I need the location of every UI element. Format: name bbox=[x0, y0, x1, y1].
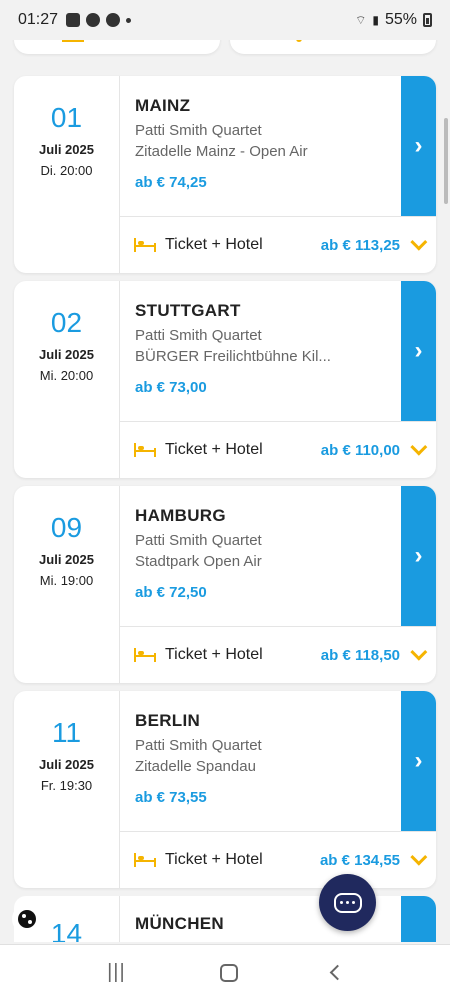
event-price: ab € 73,00 bbox=[135, 379, 207, 396]
ticket-hotel-row[interactable]: Ticket + Hotel ab € 110,00 bbox=[120, 422, 436, 478]
battery-percent: 55% bbox=[384, 11, 417, 28]
chat-icon bbox=[333, 892, 362, 913]
chevron-right-icon: › bbox=[414, 747, 423, 774]
event-open-button[interactable]: › bbox=[401, 76, 436, 216]
event-city: MAINZ bbox=[135, 96, 191, 115]
event-date: 01 Juli 2025 Di. 20:00 bbox=[14, 76, 120, 273]
event-date: 11 Juli 2025 Fr. 19:30 bbox=[14, 691, 120, 888]
status-right: ⌔ ▮ 55% bbox=[355, 11, 432, 29]
event-info[interactable]: BERLIN Patti Smith Quartet Zitadelle Spa… bbox=[120, 691, 401, 831]
notification-icons bbox=[66, 13, 132, 27]
event-list: 01 Juli 2025 Di. 20:00 MAINZ Patti Smith… bbox=[14, 76, 436, 896]
event-artist: Patti Smith Quartet bbox=[135, 737, 262, 754]
event-day: 01 bbox=[50, 102, 83, 133]
chevron-right-icon: › bbox=[414, 337, 423, 364]
ticket-hotel-price: ab € 113,25 bbox=[320, 236, 400, 254]
event-info[interactable]: STUTTGART Patti Smith Quartet BÜRGER Fre… bbox=[120, 281, 401, 421]
cookie-icon bbox=[18, 910, 36, 928]
status-bar: 01:27 ⌔ ▮ 55% bbox=[0, 0, 450, 40]
chevron-right-icon: › bbox=[414, 542, 423, 569]
event-artist: Patti Smith Quartet bbox=[135, 327, 262, 344]
cookie-settings-button[interactable] bbox=[12, 904, 42, 934]
home-button[interactable] bbox=[219, 963, 238, 982]
event-venue: Stadtpark Open Air bbox=[135, 553, 262, 570]
event-open-button[interactable]: › bbox=[401, 486, 436, 626]
chat-button[interactable] bbox=[319, 874, 376, 931]
status-time: 01:27 bbox=[18, 11, 59, 28]
event-weekday-time: Fr. 19:30 bbox=[40, 778, 93, 793]
event-venue: BÜRGER Freilichtbühne Kil... bbox=[135, 348, 331, 365]
event-info[interactable]: MAINZ Patti Smith Quartet Zitadelle Main… bbox=[120, 76, 401, 216]
chevron-down-icon[interactable] bbox=[410, 848, 428, 866]
ticket-hotel-price: ab € 110,00 bbox=[320, 441, 400, 459]
event-artist: Patti Smith Quartet bbox=[135, 122, 262, 139]
event-city: BERLIN bbox=[135, 711, 201, 730]
event-info[interactable]: HAMBURG Patti Smith Quartet Stadtpark Op… bbox=[120, 486, 401, 626]
event-city: HAMBURG bbox=[135, 506, 226, 525]
event-venue: Zitadelle Mainz - Open Air bbox=[135, 143, 308, 160]
bed-icon bbox=[134, 238, 156, 252]
event-card: 11 Juli 2025 Fr. 19:30 BERLIN Patti Smit… bbox=[14, 691, 436, 888]
event-month: Juli 2025 bbox=[39, 757, 94, 772]
more-notifications-icon bbox=[126, 17, 132, 23]
event-venue: Zitadelle Spandau bbox=[135, 758, 256, 775]
event-card: 01 Juli 2025 Di. 20:00 MAINZ Patti Smith… bbox=[14, 76, 436, 273]
messenger-icon bbox=[86, 13, 101, 27]
event-month: Juli 2025 bbox=[39, 347, 94, 362]
event-open-button[interactable]: › bbox=[401, 691, 436, 831]
event-card: 02 Juli 2025 Mi. 20:00 STUTTGART Patti S… bbox=[14, 281, 436, 478]
ticket-hotel-label: Ticket + Hotel bbox=[165, 441, 263, 458]
event-open-button[interactable] bbox=[401, 896, 436, 942]
event-price: ab € 74,25 bbox=[135, 174, 207, 191]
ticket-hotel-label: Ticket + Hotel bbox=[165, 236, 263, 253]
scrollbar[interactable] bbox=[444, 118, 448, 204]
battery-icon bbox=[423, 13, 432, 27]
event-artist: Patti Smith Quartet bbox=[135, 532, 262, 549]
event-day: 02 bbox=[50, 307, 83, 338]
event-price: ab € 72,50 bbox=[135, 584, 207, 601]
event-card: 09 Juli 2025 Mi. 19:00 HAMBURG Patti Smi… bbox=[14, 486, 436, 683]
bed-icon bbox=[134, 648, 156, 662]
chevron-down-icon[interactable] bbox=[410, 233, 428, 251]
ticket-hotel-price: ab € 134,55 bbox=[319, 851, 400, 869]
ticket-hotel-row[interactable]: Ticket + Hotel ab € 134,55 bbox=[120, 832, 436, 888]
event-date: 02 Juli 2025 Mi. 20:00 bbox=[14, 281, 120, 478]
event-date: 09 Juli 2025 Mi. 19:00 bbox=[14, 486, 120, 683]
event-day: 14 bbox=[50, 918, 83, 942]
event-weekday-time: Mi. 19:00 bbox=[39, 573, 94, 588]
ticket-hotel-label: Ticket + Hotel bbox=[165, 646, 263, 663]
chevron-down-icon[interactable] bbox=[410, 643, 428, 661]
event-day: 11 bbox=[51, 717, 82, 748]
gallery-icon bbox=[66, 13, 81, 27]
event-weekday-time: Di. 20:00 bbox=[40, 163, 93, 178]
ticket-hotel-price: ab € 118,50 bbox=[320, 646, 400, 664]
event-month: Juli 2025 bbox=[39, 142, 94, 157]
back-button[interactable] bbox=[329, 964, 346, 981]
recent-apps-button[interactable]: ||| bbox=[107, 961, 126, 984]
chevron-right-icon: › bbox=[414, 132, 423, 159]
event-month: Juli 2025 bbox=[39, 552, 94, 567]
bed-icon bbox=[134, 443, 156, 457]
bed-icon bbox=[134, 853, 156, 867]
system-nav-bar: ||| bbox=[0, 944, 450, 1000]
event-day: 09 bbox=[50, 512, 83, 543]
ticket-hotel-row[interactable]: Ticket + Hotel ab € 118,50 bbox=[120, 627, 436, 683]
ticket-hotel-label: Ticket + Hotel bbox=[165, 851, 263, 868]
wifi-icon: ⌔ bbox=[355, 12, 367, 27]
event-open-button[interactable]: › bbox=[401, 281, 436, 421]
ticket-hotel-row[interactable]: Ticket + Hotel ab € 113,25 bbox=[120, 217, 436, 273]
event-weekday-time: Mi. 20:00 bbox=[39, 368, 94, 383]
event-price: ab € 73,55 bbox=[135, 789, 207, 806]
signal-icon: ▮ bbox=[372, 13, 379, 27]
event-city: STUTTGART bbox=[135, 301, 241, 320]
chevron-down-icon[interactable] bbox=[410, 438, 428, 456]
messenger-icon-2 bbox=[106, 13, 121, 27]
